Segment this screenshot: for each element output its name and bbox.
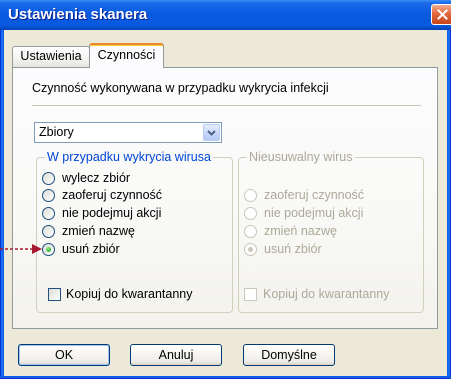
group-title: Nieusuwalny wirus bbox=[247, 150, 355, 164]
radio-button[interactable] bbox=[42, 189, 55, 203]
title-bar[interactable]: Ustawienia skanera bbox=[0, 0, 451, 30]
radio-button[interactable] bbox=[244, 224, 257, 238]
option-no-action[interactable]: nie podejmuj akcji bbox=[244, 205, 363, 223]
option-label: usuń zbiór bbox=[62, 241, 120, 256]
option-label: nie podejmuj akcji bbox=[264, 206, 364, 220]
quarantine-option[interactable]: Kopiuj do kwarantanny bbox=[48, 285, 192, 303]
radio-button[interactable] bbox=[42, 207, 55, 220]
option-delete-file[interactable]: usuń zbiór bbox=[42, 240, 120, 258]
tab-panel-actions: Czynność wykonywana w przypadku wykrycia… bbox=[12, 67, 438, 329]
window-title: Ustawienia skanera bbox=[8, 6, 148, 23]
tab-label: Czynności bbox=[97, 48, 156, 62]
separator bbox=[32, 105, 421, 106]
option-label: wylecz zbiór bbox=[62, 170, 131, 185]
object-type-value: Zbiory bbox=[39, 125, 74, 139]
radio-button[interactable] bbox=[42, 224, 55, 238]
arrow-right-icon bbox=[0, 244, 42, 254]
window-frame-left bbox=[0, 30, 4, 376]
cancel-button[interactable]: Anuluj bbox=[130, 344, 222, 366]
radio-button[interactable] bbox=[244, 207, 257, 220]
option-no-action[interactable]: nie podejmuj akcji bbox=[42, 205, 161, 223]
option-rename[interactable]: zmień nazwę bbox=[42, 222, 135, 240]
option-label: usuń zbiór bbox=[264, 241, 322, 256]
option-label: zmień nazwę bbox=[264, 223, 337, 238]
defaults-button[interactable]: Domyślne bbox=[243, 344, 335, 366]
dropdown-button[interactable] bbox=[203, 124, 220, 141]
option-prompt-action[interactable]: zaoferuj czynność bbox=[42, 187, 162, 205]
quarantine-checkbox[interactable] bbox=[48, 287, 61, 301]
tab-ustawienia[interactable]: Ustawienia bbox=[12, 46, 90, 67]
close-icon bbox=[437, 9, 448, 20]
option-delete-file[interactable]: usuń zbiór bbox=[244, 240, 322, 258]
radio-button[interactable] bbox=[42, 171, 55, 185]
option-rename[interactable]: zmień nazwę bbox=[244, 222, 337, 240]
quarantine-checkbox[interactable] bbox=[244, 287, 257, 301]
section-heading: Czynność wykonywana w przypadku wykrycia… bbox=[32, 81, 329, 95]
window-frame-right bbox=[447, 30, 451, 376]
option-label: nie podejmuj akcji bbox=[62, 206, 162, 220]
object-type-select[interactable]: Zbiory bbox=[34, 122, 222, 143]
radio-button[interactable] bbox=[244, 189, 257, 203]
checkbox-label: Kopiuj do kwarantanny bbox=[66, 286, 193, 301]
ok-button[interactable]: OK bbox=[18, 344, 110, 366]
option-heal-file[interactable]: wylecz zbiór bbox=[42, 169, 130, 187]
quarantine-option[interactable]: Kopiuj do kwarantanny bbox=[244, 285, 389, 303]
option-label: zaoferuj czynność bbox=[62, 188, 163, 203]
virus-action-group: W przypadku wykrycia wirusa wylecz zbiór… bbox=[36, 150, 233, 313]
option-label: zaoferuj czynność bbox=[264, 188, 365, 203]
group-title: W przypadku wykrycia wirusa bbox=[45, 150, 213, 164]
option-prompt-action[interactable]: zaoferuj czynność bbox=[244, 187, 364, 205]
close-button[interactable] bbox=[431, 4, 451, 25]
tab-czynnosci[interactable]: Czynności bbox=[89, 43, 164, 68]
chevron-down-icon bbox=[207, 129, 216, 136]
radio-button[interactable] bbox=[244, 242, 257, 256]
option-label: zmień nazwę bbox=[62, 223, 135, 238]
tab-label: Ustawienia bbox=[20, 49, 82, 63]
incurable-virus-group: Nieusuwalny wirus zaoferuj czynność nie … bbox=[238, 150, 424, 313]
checkbox-label: Kopiuj do kwarantanny bbox=[263, 286, 390, 301]
